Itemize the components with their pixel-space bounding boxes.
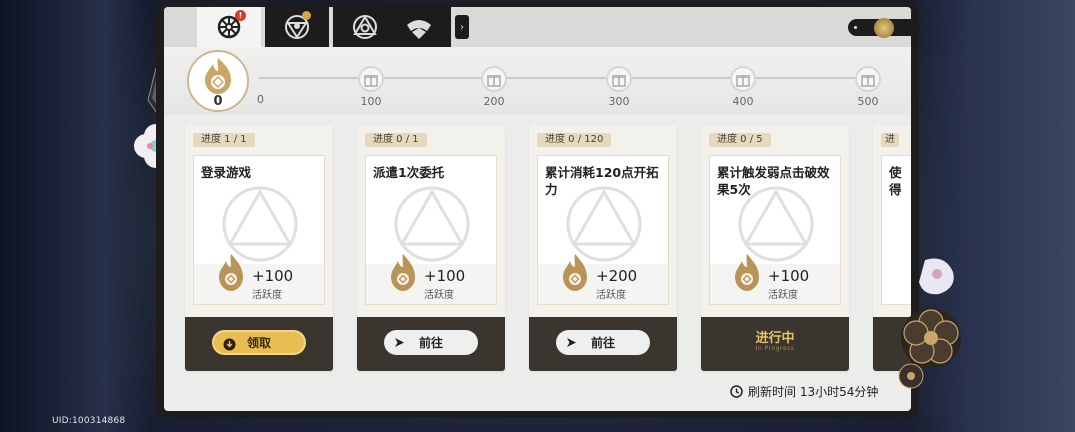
wings-emblem-icon: [407, 20, 431, 39]
claim-arrow-icon: [223, 338, 236, 351]
task-title: 累计触发弱点击破效果5次: [717, 165, 830, 197]
task-action-bar: 领取: [185, 317, 333, 371]
in-progress-subtext: In Progress: [755, 345, 795, 352]
task-action-bar: 前往: [529, 317, 677, 371]
activity-flame-icon: [563, 254, 587, 291]
task-title: 登录游戏: [201, 165, 252, 180]
tab-daily-training[interactable]: !: [197, 7, 261, 47]
go-button-label: 前往: [418, 336, 443, 350]
go-arrow-icon: [567, 338, 576, 347]
current-activity-value: 0: [213, 94, 223, 109]
reward-points: +100: [252, 267, 294, 285]
clock-icon: [730, 385, 743, 398]
go-button[interactable]: 前往: [384, 330, 478, 355]
milestone-200[interactable]: 200: [476, 66, 512, 108]
in-progress-status: 进行中: [755, 331, 795, 346]
notice-dot: [302, 11, 311, 20]
task-card-login: 进度 1 / 1 登录游戏 +100 活跃度 领取: [185, 125, 333, 371]
task-progress: 进度 0 / 1: [365, 133, 427, 147]
flame-icon: [205, 58, 231, 94]
reward-unit: 活跃度: [768, 290, 798, 301]
task-title: 使 得: [889, 165, 902, 197]
menu-dot-icon: [854, 26, 857, 29]
activity-points-medal: 0: [187, 50, 249, 112]
task-reward: +100 活跃度: [366, 254, 496, 304]
milestone-label: 400: [732, 95, 754, 108]
go-arrow-icon: [395, 338, 404, 347]
refresh-text: 刷新时间 13小时54分钟: [748, 385, 879, 399]
activity-flame-icon: [735, 254, 759, 291]
tab-nameless-honor[interactable]: [265, 7, 329, 47]
flower-ornament: [898, 258, 961, 389]
task-title: 派遣1次委托: [373, 165, 445, 180]
task-progress: 进度 1 / 1: [193, 133, 255, 147]
uid-label: UID:100314868: [52, 416, 126, 426]
task-body: 登录游戏 +100 活跃度: [193, 155, 325, 305]
task-body: 累计触发弱点击破效果5次 +100 活跃度: [709, 155, 841, 305]
milestone-label: 200: [483, 95, 505, 108]
reward-points: +200: [596, 267, 638, 285]
milestone-300[interactable]: 300: [601, 66, 637, 108]
tab-bar: ! ›: [164, 7, 911, 47]
claim-button-label: 领取: [246, 336, 271, 350]
task-title: 累计消耗120点开拓力: [545, 165, 659, 197]
task-body: 累计消耗120点开拓力 +200 活跃度: [537, 155, 669, 305]
tabs-scroll-right-button[interactable]: ›: [455, 15, 469, 39]
reward-unit: 活跃度: [596, 290, 626, 301]
milestone-400[interactable]: 400: [725, 66, 761, 108]
activity-flame-icon: [391, 254, 415, 291]
reward-points: +100: [768, 267, 810, 285]
task-action-bar: 进行中 In Progress: [701, 317, 849, 371]
milestone-label: 300: [608, 95, 630, 108]
task-body: 派遣1次委托 +100 活跃度: [365, 155, 497, 305]
task-action-bar: 前往: [357, 317, 505, 371]
task-card-weakness-break: 进度 0 / 5 累计触发弱点击破效果5次 +100 活跃度 进行中 In Pr…: [701, 125, 849, 371]
task-reward: +100 活跃度: [710, 254, 840, 304]
milestone-100[interactable]: 100: [353, 66, 389, 108]
claim-button[interactable]: 领取: [212, 330, 306, 355]
go-button[interactable]: 前往: [556, 330, 650, 355]
track-start-label: 0: [257, 93, 264, 106]
gift-icon: [364, 75, 378, 87]
gift-icon: [487, 75, 501, 87]
gift-icon: [612, 75, 626, 87]
go-button-label: 前往: [590, 336, 615, 350]
milestone-500[interactable]: 500: [850, 66, 886, 108]
alert-badge: !: [235, 10, 246, 21]
task-reward: +100 活跃度: [194, 254, 324, 304]
activity-flame-icon: [219, 254, 243, 291]
reward-unit: 活跃度: [252, 290, 282, 301]
task-reward: +200 活跃度: [538, 254, 668, 304]
milestone-label: 100: [360, 95, 382, 108]
milestone-label: 500: [857, 95, 879, 108]
gift-icon: [736, 75, 750, 87]
triangle-emblem-icon: [353, 15, 377, 39]
background-left: [0, 0, 150, 432]
task-card-dispatch: 进度 0 / 1 派遣1次委托 +100 活跃度 前往: [357, 125, 505, 371]
reward-points: +100: [424, 267, 466, 285]
task-progress: 进: [881, 133, 899, 147]
task-progress: 进度 0 / 120: [537, 133, 612, 147]
activity-progress-track: [164, 47, 911, 115]
emblem-icon: [874, 18, 894, 38]
gift-icon: [861, 75, 875, 87]
daily-training-panel: ! › 0 0 100 200 300 400 500 进度 1 / 1 登录游…: [164, 7, 911, 411]
progress-line: [259, 77, 869, 79]
trailblazer-emblem[interactable]: [848, 18, 911, 38]
refresh-timer: 刷新时间 13小时54分钟: [730, 383, 878, 400]
tab-4[interactable]: [387, 7, 451, 47]
reward-unit: 活跃度: [424, 290, 454, 301]
task-card-consume-power: 进度 0 / 120 累计消耗120点开拓力 +200 活跃度 前往: [529, 125, 677, 371]
task-progress: 进度 0 / 5: [709, 133, 771, 147]
